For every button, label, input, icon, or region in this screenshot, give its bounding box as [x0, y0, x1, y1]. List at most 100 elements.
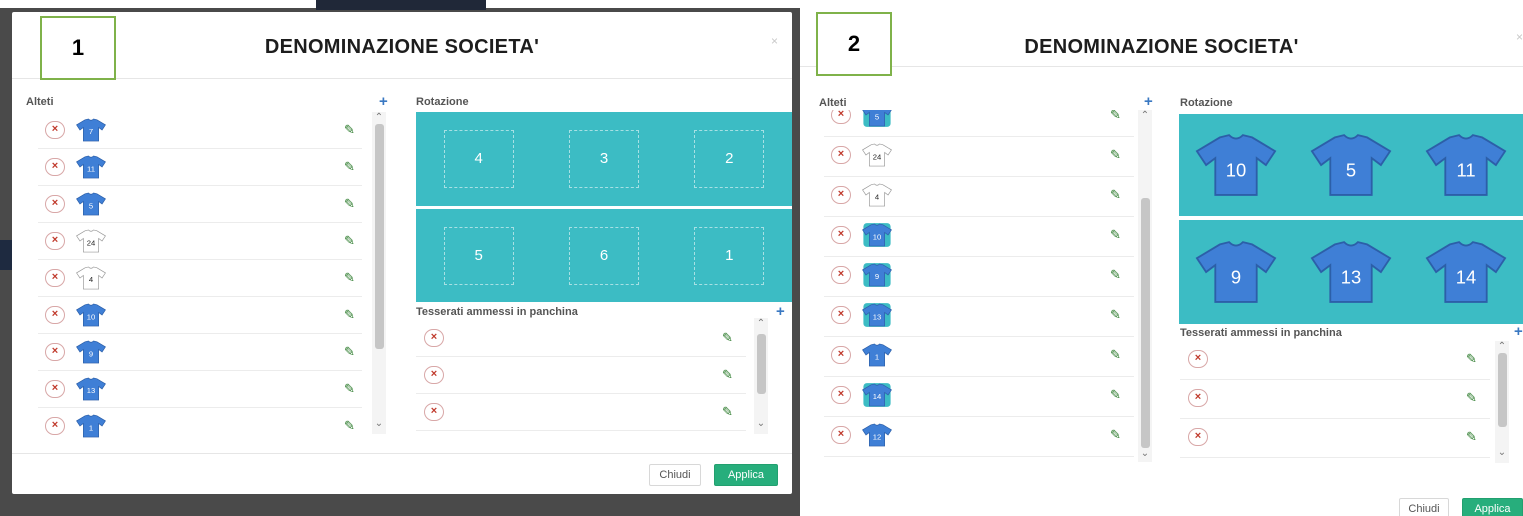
athletes-scrollbar[interactable]: ⌃ ⌄ — [1138, 110, 1152, 462]
bench-scrollbar[interactable]: ⌃ ⌄ — [754, 318, 768, 434]
athlete-row[interactable]: × 10 ✎ — [38, 297, 362, 334]
pencil-icon[interactable]: ✎ — [722, 331, 733, 345]
athlete-row[interactable]: × 24 ✎ — [824, 137, 1134, 177]
athletes-scrollbar[interactable]: ⌃ ⌄ — [372, 112, 386, 434]
athlete-row[interactable]: × 5 ✎ — [824, 110, 1134, 137]
rotation-player-jersey[interactable]: 13 — [1305, 236, 1397, 308]
close-icon[interactable]: × — [1516, 30, 1523, 44]
athlete-row[interactable]: × 1 ✎ — [38, 408, 362, 442]
bench-row[interactable]: × ✎ — [416, 320, 746, 357]
scroll-down-icon[interactable]: ⌄ — [373, 418, 385, 429]
athlete-jersey[interactable]: 9 — [860, 262, 894, 288]
close-icon[interactable]: × — [771, 34, 778, 48]
pencil-icon[interactable]: ✎ — [344, 271, 355, 285]
remove-circle-icon[interactable]: × — [1188, 389, 1208, 407]
rotation-player-jersey[interactable]: 10 — [1190, 129, 1282, 201]
remove-circle-icon[interactable]: × — [831, 110, 851, 124]
pencil-icon[interactable]: ✎ — [344, 234, 355, 248]
scroll-up-icon[interactable]: ⌃ — [1139, 110, 1151, 121]
scroll-up-icon[interactable]: ⌃ — [373, 112, 385, 123]
athlete-row[interactable]: × 7 ✎ — [38, 112, 362, 149]
athlete-jersey[interactable]: 5 — [860, 110, 894, 128]
bench-row[interactable]: × ✎ — [1180, 341, 1490, 380]
pencil-icon[interactable]: ✎ — [344, 123, 355, 137]
scroll-thumb[interactable] — [375, 124, 384, 349]
athlete-jersey[interactable]: 12 — [860, 422, 894, 448]
pencil-icon[interactable]: ✎ — [344, 308, 355, 322]
scroll-down-icon[interactable]: ⌄ — [1496, 447, 1508, 458]
remove-circle-icon[interactable]: × — [831, 426, 851, 444]
bench-row[interactable]: × ✎ — [416, 394, 746, 431]
athlete-row[interactable]: × 9 ✎ — [824, 257, 1134, 297]
rotation-slot[interactable]: 5 — [443, 226, 514, 285]
athlete-jersey[interactable]: 5 — [74, 191, 108, 217]
remove-circle-icon[interactable]: × — [1188, 350, 1208, 368]
add-athlete-plus-icon[interactable]: + — [1144, 94, 1153, 109]
remove-circle-icon[interactable]: × — [424, 403, 444, 421]
scroll-down-icon[interactable]: ⌄ — [1139, 448, 1151, 459]
remove-circle-icon[interactable]: × — [831, 226, 851, 244]
athlete-jersey[interactable]: 1 — [860, 342, 894, 368]
athlete-row[interactable]: × 13 ✎ — [824, 297, 1134, 337]
athlete-row[interactable]: × 9 ✎ — [38, 334, 362, 371]
remove-circle-icon[interactable]: × — [831, 306, 851, 324]
pencil-icon[interactable]: ✎ — [1110, 388, 1121, 402]
rotation-slot[interactable]: 4 — [443, 130, 514, 188]
bench-row[interactable]: × ✎ — [1180, 419, 1490, 458]
scroll-up-icon[interactable]: ⌃ — [755, 318, 767, 329]
add-bench-plus-icon[interactable]: + — [1514, 324, 1523, 339]
rotation-player-jersey[interactable]: 14 — [1420, 236, 1512, 308]
athlete-jersey[interactable]: 24 — [74, 228, 108, 254]
pencil-icon[interactable]: ✎ — [1110, 308, 1121, 322]
scroll-thumb[interactable] — [757, 334, 766, 394]
bench-scrollbar[interactable]: ⌃ ⌄ — [1495, 341, 1509, 463]
athlete-jersey[interactable]: 7 — [74, 117, 108, 143]
pencil-icon[interactable]: ✎ — [344, 382, 355, 396]
rotation-player-jersey[interactable]: 11 — [1420, 129, 1512, 201]
pencil-icon[interactable]: ✎ — [722, 405, 733, 419]
athlete-jersey[interactable]: 14 — [860, 382, 894, 408]
athlete-row[interactable]: × 24 ✎ — [38, 223, 362, 260]
rotation-player-jersey[interactable]: 9 — [1190, 236, 1282, 308]
pencil-icon[interactable]: ✎ — [344, 160, 355, 174]
pencil-icon[interactable]: ✎ — [1110, 428, 1121, 442]
pencil-icon[interactable]: ✎ — [1466, 352, 1477, 366]
remove-circle-icon[interactable]: × — [831, 266, 851, 284]
pencil-icon[interactable]: ✎ — [344, 419, 355, 433]
remove-circle-icon[interactable]: × — [45, 158, 65, 176]
rotation-slot[interactable]: 6 — [569, 226, 639, 285]
athlete-row[interactable]: × 1 ✎ — [824, 337, 1134, 377]
pencil-icon[interactable]: ✎ — [1466, 430, 1477, 444]
athlete-row[interactable]: × 4 ✎ — [38, 260, 362, 297]
athlete-jersey[interactable]: 13 — [860, 302, 894, 328]
pencil-icon[interactable]: ✎ — [1466, 391, 1477, 405]
remove-circle-icon[interactable]: × — [831, 186, 851, 204]
remove-circle-icon[interactable]: × — [45, 380, 65, 398]
rotation-slot[interactable]: 1 — [694, 226, 765, 285]
athlete-row[interactable]: × 10 ✎ — [824, 217, 1134, 257]
apply-button[interactable]: Applica — [1462, 498, 1523, 516]
scroll-thumb[interactable] — [1141, 198, 1150, 448]
bench-row[interactable]: × ✎ — [416, 357, 746, 394]
rotation-player-jersey[interactable]: 5 — [1305, 129, 1397, 201]
remove-circle-icon[interactable]: × — [424, 329, 444, 347]
athlete-jersey[interactable]: 4 — [74, 265, 108, 291]
athlete-row[interactable]: × 4 ✎ — [824, 177, 1134, 217]
athlete-jersey[interactable]: 10 — [860, 222, 894, 248]
athlete-jersey[interactable]: 9 — [74, 339, 108, 365]
pencil-icon[interactable]: ✎ — [344, 197, 355, 211]
pencil-icon[interactable]: ✎ — [1110, 348, 1121, 362]
remove-circle-icon[interactable]: × — [831, 386, 851, 404]
remove-circle-icon[interactable]: × — [45, 417, 65, 435]
close-button[interactable]: Chiudi — [1399, 498, 1449, 516]
remove-circle-icon[interactable]: × — [45, 121, 65, 139]
pencil-icon[interactable]: ✎ — [1110, 148, 1121, 162]
scroll-up-icon[interactable]: ⌃ — [1496, 341, 1508, 352]
athlete-row[interactable]: × 14 ✎ — [824, 377, 1134, 417]
athlete-jersey[interactable]: 4 — [860, 182, 894, 208]
remove-circle-icon[interactable]: × — [45, 306, 65, 324]
remove-circle-icon[interactable]: × — [831, 146, 851, 164]
remove-circle-icon[interactable]: × — [45, 195, 65, 213]
scroll-down-icon[interactable]: ⌄ — [755, 418, 767, 429]
bench-row[interactable]: × ✎ — [1180, 380, 1490, 419]
